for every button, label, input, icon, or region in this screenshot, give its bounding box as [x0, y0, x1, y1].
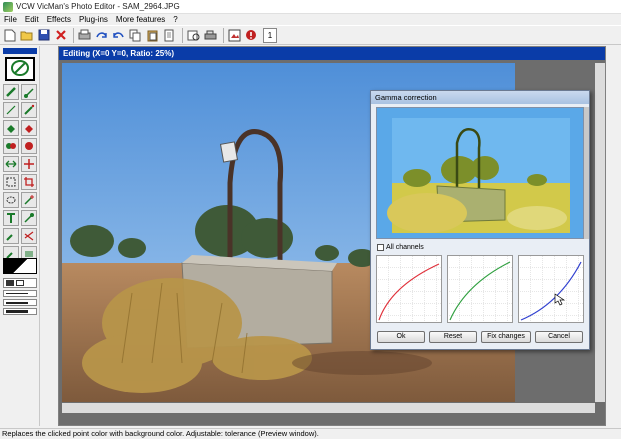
page-number-field[interactable]: 1 — [263, 27, 277, 43]
color-swatch[interactable] — [3, 258, 37, 274]
gamma-preview[interactable] — [376, 107, 584, 239]
color-replace-tool-icon[interactable] — [21, 120, 37, 136]
main-toolbar: 1 — [0, 25, 621, 45]
dialog-title: Gamma correction — [371, 91, 589, 104]
save-icon[interactable] — [36, 28, 51, 43]
text-tool-icon[interactable] — [3, 210, 19, 226]
hand-tool-icon[interactable] — [21, 228, 37, 244]
new-icon[interactable] — [2, 28, 17, 43]
ellipse-select-icon[interactable] — [3, 192, 19, 208]
zoom-tool-icon[interactable] — [3, 228, 19, 244]
eyedropper-icon[interactable] — [21, 210, 37, 226]
toolbar-separator — [182, 27, 183, 43]
open-icon[interactable] — [19, 28, 34, 43]
airbrush-tool-icon[interactable] — [21, 102, 37, 118]
acquire-icon[interactable] — [227, 28, 242, 43]
paste-icon[interactable] — [145, 28, 160, 43]
ok-button[interactable]: Ok — [377, 331, 425, 343]
print-icon[interactable] — [77, 28, 92, 43]
tool-palette — [0, 46, 40, 426]
clone-tool-icon[interactable] — [3, 138, 19, 154]
status-bar: Replaces the clicked point color with ba… — [0, 428, 621, 439]
reset-button[interactable]: Reset — [429, 331, 477, 343]
pencil-tool-icon[interactable] — [3, 84, 19, 100]
line-width-option[interactable] — [3, 290, 37, 297]
toolbar-separator — [223, 27, 224, 43]
fill-tool-icon[interactable] — [3, 120, 19, 136]
menu-effects[interactable]: Effects — [43, 15, 75, 24]
menu-plugins[interactable]: Plug-ins — [75, 15, 112, 24]
menu-edit[interactable]: Edit — [21, 15, 43, 24]
checkbox-box — [377, 244, 384, 251]
preview-scrollbar[interactable] — [584, 107, 589, 239]
app-icon — [3, 1, 13, 12]
line-width-option[interactable] — [3, 308, 37, 315]
palette-header — [3, 48, 37, 54]
toolbar-separator — [73, 27, 74, 43]
gamma-correction-dialog: Gamma correction All channels Ok Reset F… — [370, 90, 590, 350]
print-preview-icon[interactable] — [186, 28, 201, 43]
resize-tool-icon[interactable] — [3, 156, 19, 172]
title-bar: VCW VicMan's Photo Editor - SAM_2964.JPG — [0, 0, 621, 14]
cancel-button[interactable]: Cancel — [535, 331, 583, 343]
menu-bar: File Edit Effects Plug-ins More features… — [0, 14, 621, 25]
paste-new-icon[interactable] — [162, 28, 177, 43]
close-icon[interactable] — [53, 28, 68, 43]
vertical-scrollbar[interactable] — [595, 63, 605, 402]
blue-curve-editor[interactable] — [518, 255, 584, 323]
copy-icon[interactable] — [128, 28, 143, 43]
undo-icon[interactable] — [111, 28, 126, 43]
photo-editor-app: VCW VicMan's Photo Editor - SAM_2964.JPG… — [0, 0, 621, 439]
horizontal-scrollbar[interactable] — [62, 403, 595, 413]
fix-changes-button[interactable]: Fix changes — [481, 331, 531, 343]
redo-icon[interactable] — [94, 28, 109, 43]
select-tool-icon[interactable] — [3, 174, 19, 190]
line-width-option[interactable] — [3, 299, 37, 306]
menu-file[interactable]: File — [0, 15, 21, 24]
tool-grid — [3, 84, 37, 262]
magic-wand-icon[interactable] — [21, 192, 37, 208]
editing-window-title: Editing (X=0 Y=0, Ratio: 25%) — [59, 47, 605, 60]
move-tool-icon[interactable] — [21, 156, 37, 172]
scan-icon[interactable] — [203, 28, 218, 43]
menu-help[interactable]: ? — [169, 15, 181, 24]
window-title: VCW VicMan's Photo Editor - SAM_2964.JPG — [16, 2, 180, 11]
fill-mode-option[interactable] — [3, 278, 37, 288]
all-channels-label: All channels — [386, 244, 424, 251]
about-icon[interactable] — [244, 28, 259, 43]
crop-tool-icon[interactable] — [21, 174, 37, 190]
line-tool-icon[interactable] — [3, 102, 19, 118]
green-curve-editor[interactable] — [447, 255, 513, 323]
brush-icon — [9, 59, 31, 79]
smudge-tool-icon[interactable] — [21, 138, 37, 154]
menu-more-features[interactable]: More features — [112, 15, 169, 24]
line-width-selector — [3, 278, 37, 317]
all-channels-checkbox[interactable]: All channels — [377, 244, 424, 251]
red-curve-editor[interactable] — [376, 255, 442, 323]
brush-tool-icon[interactable] — [21, 84, 37, 100]
current-tool-button[interactable] — [5, 57, 35, 81]
